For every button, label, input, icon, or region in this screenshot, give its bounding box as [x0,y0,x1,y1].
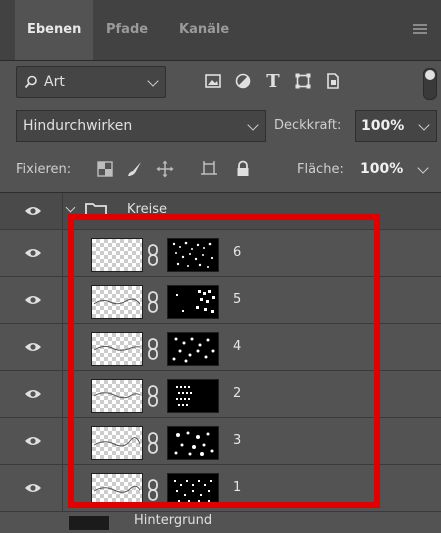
visibility-cell [0,230,63,276]
lock-row: Fixieren: Fläche: 100% [0,152,441,188]
visibility-cell [0,371,63,417]
eye-icon[interactable] [24,341,42,353]
tab-kanaele[interactable]: Kanäle [167,0,241,60]
layer-thumbnail[interactable] [91,238,143,272]
chevron-down-icon[interactable] [65,202,76,213]
link-icon[interactable] [146,244,160,266]
opacity-value: 100% [361,118,405,134]
chevron-down-icon [147,75,159,87]
layer-thumbnail[interactable] [91,379,143,413]
lock-transparent-pixels-icon[interactable] [96,160,114,178]
layer-group-row[interactable]: Kreise [0,193,441,230]
lock-artboard-icon[interactable] [200,160,218,178]
layer-row[interactable]: 1 [0,465,441,512]
layers-list: Kreise 6 5 4 2 3 1 Hintergrund [0,192,441,533]
search-icon [24,75,37,89]
layer-name: 2 [233,386,242,401]
background-layer-row[interactable]: Hintergrund [0,513,441,533]
visibility-cell [0,418,63,464]
layer-mask-thumbnail[interactable] [167,473,219,507]
layer-name: 5 [233,292,242,307]
chevron-down-icon [417,162,429,174]
layer-row[interactable]: 2 [0,371,441,418]
tab-ebenen[interactable]: Ebenen [15,0,94,60]
layer-name: 3 [233,433,242,448]
lock-label: Fixieren: [16,162,72,177]
chevron-down-icon [418,119,430,131]
visibility-cell [0,277,63,323]
filter-kind-select[interactable]: Art [16,66,166,98]
chevron-down-icon [247,119,259,131]
eye-icon[interactable] [24,482,42,494]
lock-all-icon[interactable] [234,160,252,178]
eye-icon[interactable] [24,388,42,400]
layer-mask-thumbnail[interactable] [167,426,219,460]
link-icon[interactable] [146,385,160,407]
layer-thumbnail[interactable] [91,332,143,366]
layers-panel: Ebenen Pfade Kanäle Art T Hindurchwirken… [0,0,441,533]
eye-icon[interactable] [24,435,42,447]
visibility-cell [0,324,63,370]
layer-mask-thumbnail[interactable] [167,285,219,319]
blend-row: Hindurchwirken Deckkraft: 100% [0,108,441,144]
layer-thumbnail[interactable] [68,515,110,531]
opacity-input[interactable]: 100% [355,110,437,142]
layer-mask-thumbnail[interactable] [167,238,219,272]
filter-toggle-switch[interactable] [423,68,437,100]
opacity-label: Deckkraft: [274,118,342,133]
layer-mask-thumbnail[interactable] [167,332,219,366]
adjustment-filter-icon[interactable] [234,72,252,90]
layer-thumbnail[interactable] [91,285,143,319]
layer-name: 4 [233,339,242,354]
layer-row[interactable]: 6 [0,230,441,277]
lock-position-icon[interactable] [156,160,174,178]
layer-name: 1 [233,480,242,495]
blend-mode-value: Hindurchwirken [23,118,133,134]
visibility-cell [0,193,63,229]
fill-value: 100% [360,161,404,177]
folder-icon [85,203,107,218]
filter-kind-label: Art [44,74,65,90]
fill-label: Fläche: [297,162,344,177]
link-icon[interactable] [146,432,160,454]
text-filter-icon[interactable]: T [264,71,282,92]
layer-row[interactable]: 5 [0,277,441,324]
smart-object-filter-icon[interactable] [324,72,342,90]
link-icon[interactable] [146,291,160,313]
panel-menu-icon[interactable] [413,24,427,36]
eye-icon[interactable] [24,205,42,217]
filter-row: Art T [0,64,441,104]
tab-pfade[interactable]: Pfade [94,0,160,60]
eye-icon[interactable] [24,294,42,306]
image-filter-icon[interactable] [204,72,222,90]
shape-filter-icon[interactable] [294,72,312,90]
eye-icon[interactable] [24,247,42,259]
blend-mode-select[interactable]: Hindurchwirken [16,110,266,142]
layer-row[interactable]: 4 [0,324,441,371]
layer-thumbnail[interactable] [91,426,143,460]
layer-mask-thumbnail[interactable] [167,379,219,413]
link-icon[interactable] [146,479,160,501]
layer-name: 6 [233,245,242,260]
panel-tab-bar: Ebenen Pfade Kanäle [0,0,441,61]
link-icon[interactable] [146,338,160,360]
layer-thumbnail[interactable] [91,473,143,507]
lock-image-pixels-icon[interactable] [126,160,144,178]
fill-input[interactable]: 100% [355,154,435,184]
layer-row[interactable]: 3 [0,418,441,465]
visibility-cell [0,465,63,511]
group-name: Kreise [127,202,167,217]
